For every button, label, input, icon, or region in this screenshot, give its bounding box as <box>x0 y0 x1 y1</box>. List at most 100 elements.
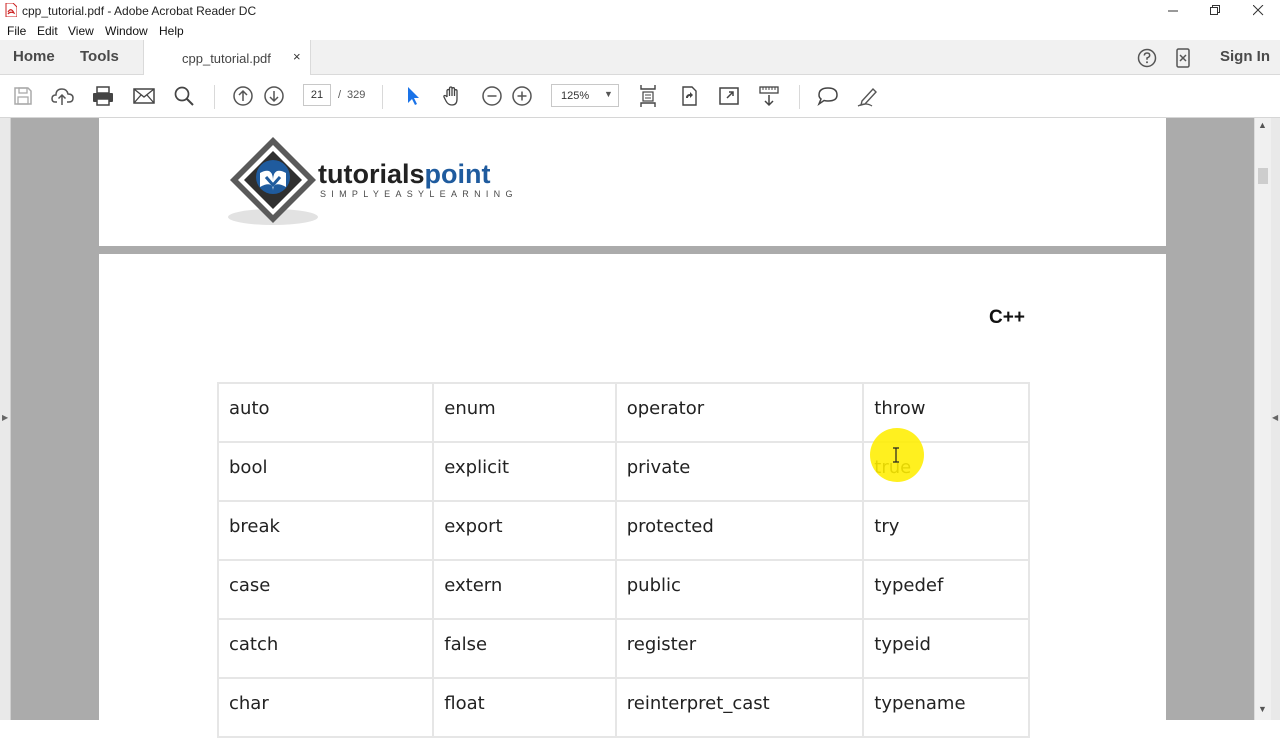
expand-left-panel-icon[interactable]: ▶ <box>2 413 8 422</box>
arrow-up-circle-icon <box>233 86 253 106</box>
mobile-link-icon[interactable] <box>1175 48 1191 68</box>
keyword-cell: bool <box>216 441 435 502</box>
comment-icon <box>817 87 838 107</box>
right-panel-toggle-strip[interactable]: ◀ <box>1271 118 1280 720</box>
table-row: case extern public typedef <box>216 559 1030 620</box>
keyword-cell: extern <box>432 559 617 620</box>
page-header-title: C++ <box>989 307 1025 328</box>
mail-icon <box>133 88 155 104</box>
zoom-in-button[interactable] <box>509 84 535 108</box>
hand-icon <box>443 86 458 106</box>
left-panel-toggle-strip[interactable]: ▶ <box>0 118 11 720</box>
restore-icon <box>1209 5 1220 15</box>
tab-tools[interactable]: Tools <box>80 40 119 74</box>
keyword-cell: auto <box>216 382 435 443</box>
keyword-cell: private <box>614 441 865 502</box>
keyword-cell: catch <box>216 618 435 679</box>
page-number-input[interactable]: 21 <box>303 84 331 106</box>
rotate-button[interactable] <box>676 84 702 108</box>
draw-button[interactable] <box>855 84 881 108</box>
fit-page-icon <box>640 85 656 107</box>
hand-tool-button[interactable] <box>439 84 465 108</box>
vertical-scrollbar[interactable]: ▲ ▼ <box>1254 118 1271 720</box>
minimize-button[interactable] <box>1152 0 1194 21</box>
scroll-up-icon[interactable]: ▲ <box>1258 120 1267 130</box>
find-button[interactable] <box>171 84 197 108</box>
table-row: catch false register typeid <box>216 618 1030 679</box>
minimize-icon <box>1167 10 1178 12</box>
pointer-cursor-icon <box>408 87 419 105</box>
scroll-down-icon[interactable]: ▼ <box>1258 704 1267 714</box>
keyword-cell: enum <box>432 382 617 443</box>
close-tab-icon[interactable]: × <box>293 49 301 64</box>
toolbar-divider <box>382 85 383 109</box>
close-icon <box>1252 5 1263 16</box>
help-icon[interactable] <box>1137 48 1157 68</box>
title-bar: cpp_tutorial.pdf - Adobe Acrobat Reader … <box>0 0 1280 21</box>
search-icon <box>174 86 194 106</box>
next-page-button[interactable] <box>261 84 287 108</box>
fit-page-button[interactable] <box>635 84 661 108</box>
sign-in-button[interactable]: Sign In <box>1220 40 1270 74</box>
expand-right-panel-icon[interactable]: ◀ <box>1272 413 1278 422</box>
save-button[interactable] <box>10 84 36 108</box>
tab-bar: Home Tools cpp_tutorial.pdf × Sign In <box>0 40 1280 75</box>
keyword-cell: char <box>216 677 435 738</box>
rotate-page-icon <box>682 86 697 106</box>
tutorialspoint-logo-icon <box>228 137 318 225</box>
keyword-cell: typename <box>862 677 1030 738</box>
print-button[interactable] <box>90 84 116 108</box>
full-screen-button[interactable] <box>716 84 742 108</box>
document-tab-label: cpp_tutorial.pdf <box>182 51 271 66</box>
keyword-cell: explicit <box>432 441 617 502</box>
scrollbar-thumb[interactable] <box>1258 168 1268 184</box>
menu-help[interactable]: Help <box>159 24 184 38</box>
arrow-down-circle-icon <box>264 86 284 106</box>
full-screen-icon <box>719 87 739 105</box>
toolbar: 21 / 329 125% ▼ <box>0 75 1280 118</box>
pdf-file-icon <box>5 3 17 17</box>
zoom-in-icon <box>512 86 532 106</box>
save-icon <box>14 87 32 105</box>
zoom-value: 125% <box>561 90 590 102</box>
zoom-select[interactable]: 125% ▼ <box>551 84 619 107</box>
menu-edit[interactable]: Edit <box>37 24 58 38</box>
email-button[interactable] <box>131 84 157 108</box>
table-row: break export protected try <box>216 500 1030 561</box>
keyword-cell: try <box>862 500 1030 561</box>
scroll-mode-button[interactable] <box>756 84 782 108</box>
comment-button[interactable] <box>815 84 841 108</box>
previous-page-button[interactable] <box>230 84 256 108</box>
print-icon <box>93 86 113 106</box>
close-window-button[interactable] <box>1237 0 1279 21</box>
logo-tagline: SIMPLYEASYLEARNING <box>320 189 518 199</box>
keyword-cell: typeid <box>862 618 1030 679</box>
select-tool-button[interactable] <box>399 84 425 108</box>
cloud-upload-icon <box>51 88 74 105</box>
keyword-cell: break <box>216 500 435 561</box>
keyword-cell: protected <box>614 500 865 561</box>
keyword-cell: false <box>432 618 617 679</box>
zoom-out-button[interactable] <box>479 84 505 108</box>
upload-button[interactable] <box>50 84 76 108</box>
menu-bar: File Edit View Window Help <box>0 21 1280 40</box>
pen-icon <box>857 87 877 107</box>
tab-document[interactable]: cpp_tutorial.pdf × <box>143 40 311 75</box>
zoom-out-icon <box>482 86 502 106</box>
text-cursor-icon <box>893 447 899 463</box>
tab-home[interactable]: Home <box>13 40 55 74</box>
keyword-cell: case <box>216 559 435 620</box>
menu-file[interactable]: File <box>7 24 26 38</box>
scroll-mode-icon <box>759 86 779 107</box>
table-row: char float reinterpret_cast typename <box>216 677 1030 738</box>
toolbar-divider <box>799 85 800 109</box>
keyword-cell: typedef <box>862 559 1030 620</box>
keyword-cell: public <box>614 559 865 620</box>
page-separator: / <box>338 89 342 101</box>
menu-window[interactable]: Window <box>105 24 148 38</box>
chevron-down-icon: ▼ <box>604 89 613 99</box>
keyword-cell: operator <box>614 382 865 443</box>
menu-view[interactable]: View <box>68 24 94 38</box>
toolbar-divider <box>214 85 215 109</box>
restore-button[interactable] <box>1194 0 1236 21</box>
